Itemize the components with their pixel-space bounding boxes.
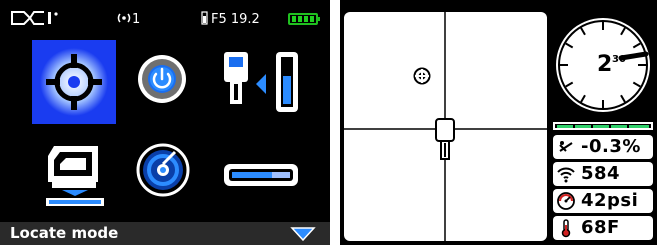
power-icon[interactable] (135, 52, 189, 106)
locate-menu-item[interactable] (32, 40, 116, 124)
antenna-icon (117, 13, 131, 23)
pressure-readout: 42psi (553, 189, 653, 213)
battery-icon (288, 13, 320, 25)
slider-icon[interactable] (222, 162, 300, 188)
dci-logo (11, 11, 58, 25)
temperature-value: 68F (581, 217, 620, 238)
settings-icon[interactable] (40, 140, 110, 210)
temperature-readout: 68F (553, 216, 653, 240)
clock-hour: 2 (597, 52, 613, 77)
pressure-gauge-icon (557, 192, 575, 210)
data-progress-bar (553, 122, 653, 130)
clock-minutes: 30 (612, 54, 626, 65)
menu-footer: Locate mode (0, 222, 330, 245)
frequency-label: F5 19.2 (211, 12, 260, 27)
locate-point-icon (413, 67, 431, 85)
chevron-down-icon[interactable] (290, 226, 316, 242)
locate-view[interactable] (344, 12, 547, 241)
signal-readout: 584 (553, 162, 653, 186)
pitch-value: -0.3% (581, 136, 641, 157)
transmitter-battery-icon (201, 11, 208, 25)
signal-strength-icon (557, 167, 575, 183)
receiver-icon (435, 118, 455, 160)
target-icon[interactable] (135, 142, 191, 198)
transmitter-icon[interactable] (218, 48, 304, 118)
locate-screen: 2 30 -0.3% 584 42psi 68F (340, 0, 657, 245)
clock-gauge: 2 30 (553, 12, 653, 118)
menu-screen: 1 F5 19.2 Locate mode (0, 0, 330, 245)
signal-count: 1 (132, 12, 141, 27)
pressure-value: 42psi (581, 190, 639, 211)
pitch-readout: -0.3% (553, 135, 653, 159)
thermometer-icon (561, 219, 571, 238)
locate-icon (40, 48, 108, 116)
signal-value: 584 (581, 163, 621, 184)
pitch-icon (559, 141, 573, 152)
status-bar: 1 F5 19.2 (0, 0, 330, 36)
mode-label: Locate mode (10, 224, 119, 242)
